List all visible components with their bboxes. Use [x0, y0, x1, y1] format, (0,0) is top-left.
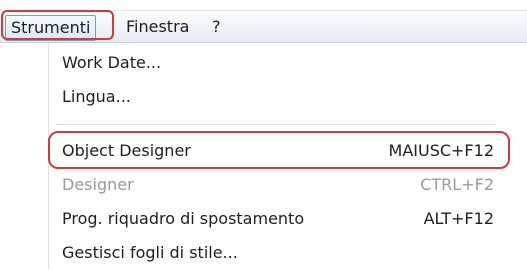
menu-item-designer: Designer CTRL+F2	[50, 168, 502, 202]
menu-item-label: Designer	[62, 175, 134, 194]
strumenti-dropdown-menu: Work Date... Lingua... Object Designer M…	[0, 43, 512, 269]
menu-bar: Strumenti Finestra ?	[0, 10, 527, 43]
menu-help[interactable]: ?	[212, 15, 221, 39]
menu-item-shortcut: CTRL+F2	[420, 175, 494, 194]
menu-item-label: Prog. riquadro di spostamento	[62, 209, 305, 228]
menu-separator	[56, 124, 496, 125]
menu-item-object-designer[interactable]: Object Designer MAIUSC+F12	[50, 134, 502, 168]
menu-item-work-date[interactable]: Work Date...	[50, 46, 502, 80]
menu-item-label: Work Date...	[62, 53, 162, 72]
menu-item-gestisci-fogli[interactable]: Gestisci fogli di stile...	[50, 236, 502, 270]
menu-item-label: Gestisci fogli di stile...	[62, 243, 238, 262]
menu-item-shortcut: MAIUSC+F12	[388, 141, 494, 160]
menu-item-lingua[interactable]: Lingua...	[50, 80, 502, 114]
menu-item-prog-riquadro[interactable]: Prog. riquadro di spostamento ALT+F12	[50, 202, 502, 236]
menu-item-label: Object Designer	[62, 141, 191, 160]
menu-strumenti[interactable]: Strumenti	[5, 15, 97, 41]
menu-item-label: Lingua...	[62, 87, 131, 106]
menu-finestra[interactable]: Finestra	[126, 15, 189, 39]
menu-item-shortcut: ALT+F12	[423, 209, 494, 228]
